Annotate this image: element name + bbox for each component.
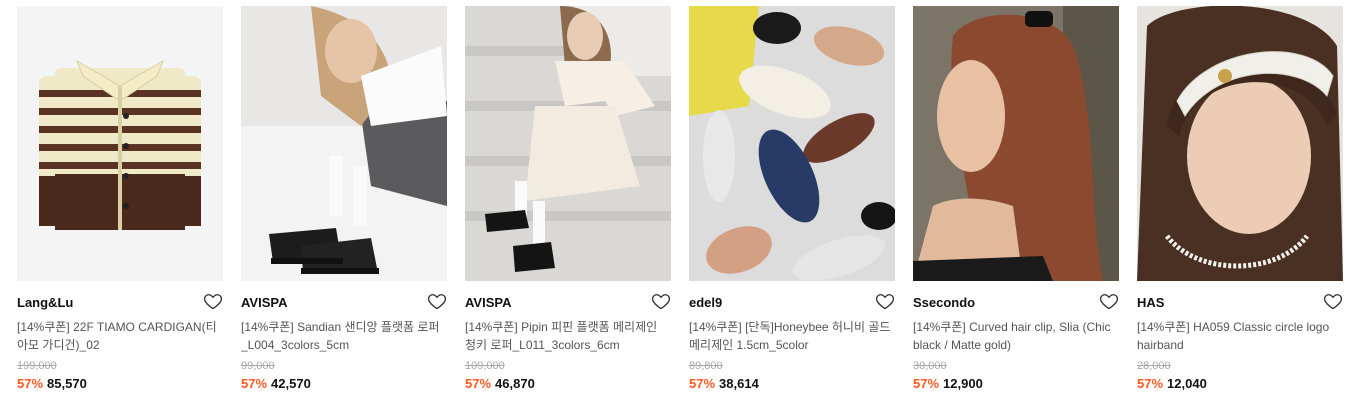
- discount-rate: 57%: [689, 376, 716, 391]
- sale-price: 12,900: [943, 376, 983, 391]
- sale-price: 85,570: [47, 376, 87, 391]
- brand-name[interactable]: AVISPA: [241, 294, 447, 312]
- heart-icon[interactable]: [1323, 291, 1343, 311]
- sale-price: 46,870: [495, 376, 535, 391]
- product-image[interactable]: [913, 6, 1119, 281]
- hairband-model-image: [1137, 6, 1343, 281]
- product-grid: Lang&Lu [14%쿠폰] 22F TIAMO CARDIGAN(티아모 가…: [0, 0, 1353, 400]
- product-image[interactable]: [689, 6, 895, 281]
- product-card[interactable]: Ssecondo [14%쿠폰] Curved hair clip, Slia …: [913, 6, 1119, 392]
- loafer-model-image: [241, 6, 447, 281]
- product-image[interactable]: [465, 6, 671, 281]
- product-card[interactable]: HAS [14%쿠폰] HA059 Classic circle logo ha…: [1137, 6, 1343, 392]
- original-price: 199,000: [17, 360, 57, 372]
- product-card[interactable]: AVISPA [14%쿠폰] Pipin 피핀 플랫폼 메리제인 청키 로퍼_L…: [465, 6, 671, 392]
- product-card[interactable]: AVISPA [14%쿠폰] Sandian 샌디앙 플랫폼 로퍼_L004_3…: [241, 6, 447, 392]
- sale-price: 12,040: [1167, 376, 1207, 391]
- original-price: 28,000: [1137, 360, 1171, 372]
- product-title[interactable]: [14%쿠폰] Pipin 피핀 플랫폼 메리제인 청키 로퍼_L011_3co…: [465, 318, 669, 354]
- heart-icon[interactable]: [203, 291, 223, 311]
- striped-cardigan-image: [17, 6, 223, 281]
- product-image[interactable]: [241, 6, 447, 281]
- product-image[interactable]: [1137, 6, 1343, 281]
- original-price: 89,800: [689, 360, 723, 372]
- brand-name[interactable]: edel9: [689, 294, 895, 312]
- product-card[interactable]: Lang&Lu [14%쿠폰] 22F TIAMO CARDIGAN(티아모 가…: [17, 6, 223, 392]
- brand-name[interactable]: Lang&Lu: [17, 294, 223, 312]
- product-title[interactable]: [14%쿠폰] Curved hair clip, Slia (Chic bla…: [913, 318, 1117, 354]
- product-title[interactable]: [14%쿠폰] HA059 Classic circle logo hairba…: [1137, 318, 1341, 354]
- product-card[interactable]: edel9 [14%쿠폰] [단독]Honeybee 허니비 골드 메리제인 1…: [689, 6, 895, 392]
- discount-rate: 57%: [17, 376, 44, 391]
- heart-icon[interactable]: [1099, 291, 1119, 311]
- sale-price: 42,570: [271, 376, 311, 391]
- discount-rate: 57%: [241, 376, 268, 391]
- flat-shoes-image: [689, 6, 895, 281]
- product-title[interactable]: [14%쿠폰] 22F TIAMO CARDIGAN(티아모 가디건)_02: [17, 318, 221, 354]
- heart-icon[interactable]: [875, 291, 895, 311]
- product-title[interactable]: [14%쿠폰] [단독]Honeybee 허니비 골드 메리제인 1.5cm_5…: [689, 318, 893, 354]
- original-price: 30,000: [913, 360, 947, 372]
- brand-name[interactable]: Ssecondo: [913, 294, 1119, 312]
- product-image[interactable]: [17, 6, 223, 281]
- discount-rate: 57%: [465, 376, 492, 391]
- brand-name[interactable]: HAS: [1137, 294, 1343, 312]
- mary-jane-model-image: [465, 6, 671, 281]
- brand-name[interactable]: AVISPA: [465, 294, 671, 312]
- discount-rate: 57%: [913, 376, 940, 391]
- original-price: 99,000: [241, 360, 275, 372]
- heart-icon[interactable]: [427, 291, 447, 311]
- product-title[interactable]: [14%쿠폰] Sandian 샌디앙 플랫폼 로퍼_L004_3colors_…: [241, 318, 445, 354]
- heart-icon[interactable]: [651, 291, 671, 311]
- hair-clip-model-image: [913, 6, 1119, 281]
- original-price: 109,000: [465, 360, 505, 372]
- discount-rate: 57%: [1137, 376, 1164, 391]
- sale-price: 38,614: [719, 376, 759, 391]
